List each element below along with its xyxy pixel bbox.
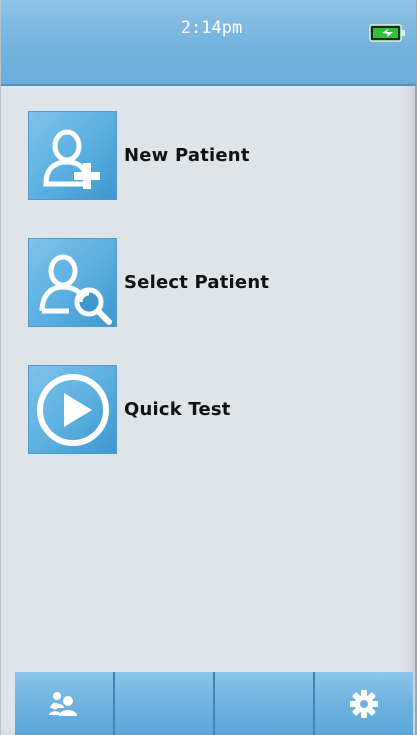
clock: 2:14pm [180, 18, 243, 38]
patients-group-icon [49, 691, 77, 716]
play-icon [28, 365, 117, 454]
bottom-toolbar [15, 672, 413, 735]
settings-button[interactable] [315, 672, 413, 735]
status-bar: 2:14pm [1, 0, 416, 42]
add-patient-icon [28, 111, 117, 200]
header-bar: 2:14pm [1, 0, 416, 86]
patients-button[interactable] [15, 672, 115, 735]
battery-charging-icon [369, 24, 405, 42]
search-patient-icon [28, 238, 117, 327]
toolbar-button-3[interactable] [215, 672, 315, 735]
quick-test-label: Quick Test [124, 399, 231, 420]
device-screen: 2:14pm New Patient Select Patient Quick … [0, 0, 417, 735]
new-patient-label: New Patient [124, 145, 250, 166]
quick-test-button[interactable]: Quick Test [28, 365, 398, 455]
new-patient-button[interactable]: New Patient [28, 111, 398, 201]
gear-icon [350, 689, 378, 718]
select-patient-label: Select Patient [124, 272, 270, 293]
select-patient-button[interactable]: Select Patient [28, 238, 398, 328]
toolbar-button-2[interactable] [115, 672, 215, 735]
